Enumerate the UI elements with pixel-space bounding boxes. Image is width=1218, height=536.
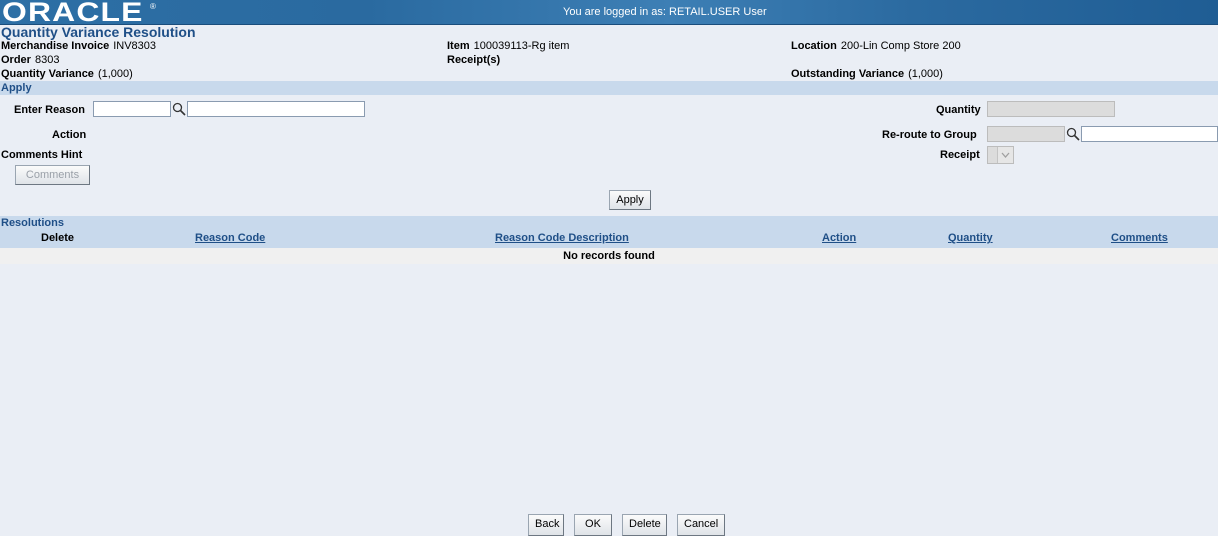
item-value: 100039113-Rg item: [473, 40, 570, 52]
column-comments[interactable]: Comments: [1111, 232, 1168, 244]
column-action[interactable]: Action: [822, 232, 856, 244]
apply-section-header: Apply: [0, 81, 1218, 95]
receipts-info: Receipt(s): [447, 54, 500, 66]
receipt-select[interactable]: [987, 146, 1014, 164]
order-label: Order: [1, 54, 31, 66]
order-info: Order 8303: [1, 54, 59, 66]
comments-button[interactable]: Comments: [15, 165, 90, 185]
search-icon[interactable]: [1066, 127, 1080, 141]
location-value: 200-Lin Comp Store 200: [840, 40, 961, 52]
location-label: Location: [791, 40, 837, 52]
login-status: You are logged in as: RETAIL.USER User: [563, 6, 767, 18]
outstanding-info: Outstanding Variance (1,000): [791, 68, 943, 80]
location-info: Location 200-Lin Comp Store 200: [791, 40, 961, 52]
reroute-group-desc-input[interactable]: [1081, 126, 1218, 142]
column-delete: Delete: [41, 232, 75, 244]
merch-invoice-info: Merchandise Invoice INV8303: [1, 40, 156, 52]
reason-description-input[interactable]: [187, 101, 365, 117]
reason-code-input[interactable]: [93, 101, 171, 117]
column-reason-code-description[interactable]: Reason Code Description: [495, 232, 629, 244]
merch-invoice-value: INV8303: [113, 40, 157, 52]
quantity-input[interactable]: [987, 101, 1115, 117]
search-icon[interactable]: [172, 102, 186, 116]
qty-variance-label: Quantity Variance: [1, 68, 94, 80]
merch-invoice-label: Merchandise Invoice: [1, 40, 110, 52]
top-banner: ORACLE ® You are logged in as: RETAIL.US…: [0, 0, 1218, 27]
column-quantity[interactable]: Quantity: [948, 232, 993, 244]
quantity-label: Quantity: [936, 104, 981, 116]
outstanding-value: (1,000): [908, 68, 943, 80]
reroute-group-input[interactable]: [987, 126, 1065, 142]
item-label: Item: [447, 40, 470, 52]
page-title: Quantity Variance Resolution: [1, 24, 196, 40]
outstanding-label: Outstanding Variance: [791, 68, 905, 80]
comments-hint-label: Comments Hint: [1, 149, 83, 161]
resolutions-section-header: Resolutions: [0, 216, 1218, 230]
enter-reason-label: Enter Reason: [14, 104, 85, 116]
receipt-label: Receipt: [940, 149, 980, 161]
empty-table-message: No records found: [0, 248, 1218, 264]
receipts-label: Receipt(s): [447, 54, 501, 66]
action-label: Action: [52, 129, 87, 141]
reroute-label: Re-route to Group: [882, 129, 977, 141]
column-reason-code[interactable]: Reason Code: [195, 232, 265, 244]
registered-mark: ®: [150, 2, 156, 11]
qty-variance-value: (1,000): [97, 68, 133, 80]
resolutions-table-header: Delete Reason Code Reason Code Descripti…: [0, 230, 1218, 248]
chevron-down-icon: [997, 147, 1013, 163]
order-value: 8303: [34, 54, 60, 66]
item-info: Item 100039113-Rg item: [447, 40, 569, 52]
qty-variance-info: Quantity Variance (1,000): [1, 68, 133, 80]
apply-button[interactable]: Apply: [609, 190, 651, 210]
